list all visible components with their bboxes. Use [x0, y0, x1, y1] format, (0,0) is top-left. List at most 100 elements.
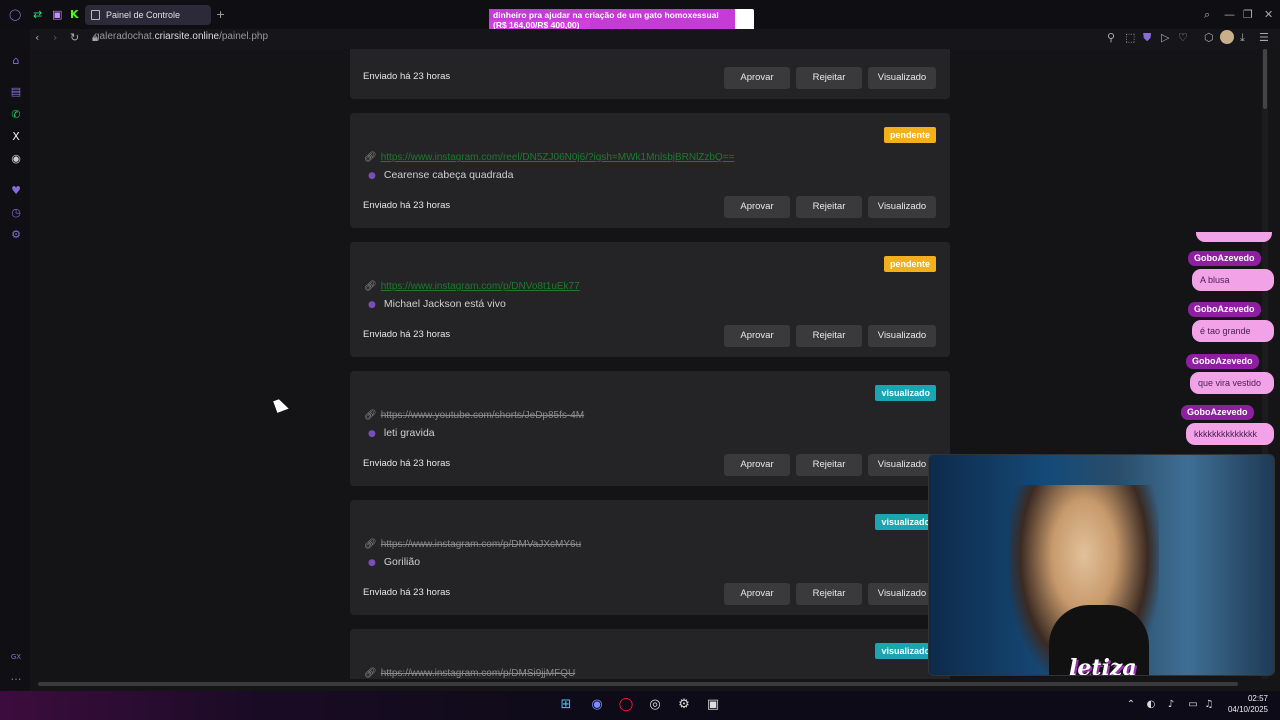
- donation-title: dinheiro pra ajudar na criação de um gat…: [493, 10, 719, 20]
- download-icon[interactable]: ⤓: [1240, 31, 1245, 45]
- vpn-icon[interactable]: ⛊: [1143, 31, 1151, 45]
- clock-date: 04/10/2025: [1227, 705, 1268, 714]
- opera-logo-icon[interactable]: ◯: [9, 8, 21, 21]
- sent-time: Enviado há 23 horas: [363, 458, 451, 469]
- taskbar: ⊞ ◉ ◯ ◎ ⚙ ▣ ⌃ ◐ ♪ ▭ ♫: [0, 691, 1280, 720]
- link-icon: 🔗︎: [364, 152, 377, 163]
- approve-button[interactable]: Aprovar: [724, 454, 790, 476]
- viewed-button[interactable]: Visualizado: [868, 67, 936, 89]
- windows-start-icon[interactable]: ⊞: [557, 696, 575, 714]
- snapshot-icon[interactable]: ⬚: [1125, 31, 1135, 44]
- viewed-button[interactable]: Visualizado: [868, 454, 936, 476]
- submission-link[interactable]: 🔗︎ https://www.instagram.com/reel/DN5ZJ06…: [364, 152, 734, 163]
- sent-time: Enviado há 23 horas: [363, 329, 451, 340]
- search-icon[interactable]: ⌕: [1204, 8, 1210, 22]
- status-badge: visualizado: [875, 643, 936, 659]
- viewed-button[interactable]: Visualizado: [868, 325, 936, 347]
- obs-taskbar-icon[interactable]: ◎: [646, 696, 664, 714]
- forward-icon[interactable]: ›: [53, 31, 57, 44]
- reject-button[interactable]: Rejeitar: [796, 67, 862, 89]
- discord-taskbar-icon[interactable]: ◉: [588, 696, 606, 714]
- chat-message: que vira vestido: [1190, 372, 1274, 394]
- horizontal-scrollbar[interactable]: [38, 682, 1238, 686]
- history-icon[interactable]: ◷: [8, 205, 24, 221]
- link-url[interactable]: https://www.instagram.com/reel/DN5ZJ06N0…: [381, 152, 735, 163]
- minimize-icon[interactable]: —: [1224, 8, 1235, 21]
- twitch-workspace-icon[interactable]: ▣: [52, 8, 62, 21]
- twitch-icon[interactable]: ▤: [8, 84, 24, 100]
- approve-button[interactable]: Aprovar: [724, 67, 790, 89]
- extensions-icon[interactable]: ⬡: [1204, 31, 1214, 44]
- maximize-icon[interactable]: ❐: [1243, 8, 1253, 21]
- opera-gx-taskbar-icon[interactable]: ◯: [617, 696, 635, 714]
- status-badge: pendente: [883, 256, 936, 272]
- discord-icon[interactable]: ◉: [8, 151, 24, 167]
- play-icon[interactable]: ▷: [1161, 31, 1169, 44]
- submission-link[interactable]: 🔗︎ https://www.youtube.com/shorts/JeDp85f…: [364, 410, 584, 421]
- link-url[interactable]: https://www.instagram.com/p/DMVaJXcMY6u: [381, 539, 581, 550]
- system-clock[interactable]: 02:57 04/10/2025: [1228, 693, 1268, 715]
- volume-icon[interactable]: ♫: [1200, 696, 1218, 714]
- workspace-icon[interactable]: ⇄: [33, 8, 42, 21]
- reject-button[interactable]: Rejeitar: [796, 583, 862, 605]
- submission-link[interactable]: 🔗︎ https://www.instagram.com/p/DNVo8t1uEk…: [364, 281, 580, 292]
- link-url[interactable]: https://www.instagram.com/p/DNVo8t1uEk77: [381, 281, 580, 292]
- approve-button[interactable]: Aprovar: [724, 196, 790, 218]
- aria-icon[interactable]: ⌂: [8, 53, 24, 69]
- submission-description: ● leti gravida: [368, 427, 435, 439]
- sent-time: Enviado há 23 horas: [363, 71, 451, 82]
- settings-icon[interactable]: ⚙: [8, 227, 24, 243]
- url-field[interactable]: galeradochat.criarsite.online/painel.php: [94, 31, 268, 42]
- tab-painel-de-controle[interactable]: Painel de Controle: [85, 5, 211, 25]
- viewed-button[interactable]: Visualizado: [868, 196, 936, 218]
- whatsapp-icon[interactable]: ✆: [8, 107, 24, 123]
- link-url[interactable]: https://www.instagram.com/p/DMSi9jjMFQU: [381, 668, 576, 679]
- chat-username: GoboAzevedo: [1186, 354, 1259, 369]
- link-url[interactable]: https://www.youtube.com/shorts/JeDp85fs-…: [381, 410, 584, 421]
- submission-card: Enviado há 23 horas Aprovar Rejeitar Vis…: [350, 49, 950, 99]
- heart-icon[interactable]: ♡: [1178, 31, 1188, 44]
- approve-button[interactable]: Aprovar: [724, 325, 790, 347]
- approve-button[interactable]: Aprovar: [724, 583, 790, 605]
- more-icon[interactable]: …: [8, 669, 24, 685]
- reject-button[interactable]: Rejeitar: [796, 325, 862, 347]
- page-icon: [91, 10, 100, 20]
- menu-icon[interactable]: ☰: [1259, 31, 1269, 44]
- viewed-button[interactable]: Visualizado: [868, 583, 936, 605]
- avatar[interactable]: [1220, 30, 1234, 44]
- scrollbar-thumb[interactable]: [1263, 49, 1267, 109]
- close-icon[interactable]: ✕: [1264, 8, 1273, 21]
- chat-message: é tao grande: [1192, 320, 1274, 342]
- back-icon[interactable]: ‹: [35, 31, 39, 44]
- heart-sidebar-icon[interactable]: ♥: [8, 183, 24, 199]
- person-icon: ●: [368, 558, 376, 568]
- reload-icon[interactable]: ↻: [70, 31, 79, 44]
- link-icon: 🔗︎: [364, 539, 377, 550]
- chat-bubble-partial: [1196, 232, 1272, 242]
- gx-icon[interactable]: GX: [8, 649, 24, 665]
- reject-button[interactable]: Rejeitar: [796, 454, 862, 476]
- tab-title: Painel de Controle: [106, 10, 181, 20]
- chat-username: GoboAzevedo: [1181, 405, 1254, 420]
- tray-app-icon[interactable]: ◐: [1142, 696, 1160, 714]
- pin-icon[interactable]: ⚲: [1107, 31, 1115, 44]
- capcut-taskbar-icon[interactable]: ▣: [704, 696, 722, 714]
- url-prefix: galeradochat.: [94, 31, 155, 42]
- submission-link[interactable]: 🔗︎ https://www.instagram.com/p/DMSi9jjMFQ…: [364, 668, 575, 679]
- description-text: leti gravida: [383, 427, 435, 439]
- tray-chevron-icon[interactable]: ⌃: [1122, 696, 1140, 714]
- reject-button[interactable]: Rejeitar: [796, 196, 862, 218]
- description-text: Cearense cabeça quadrada: [383, 169, 514, 181]
- webcam-overlay: letiza: [928, 454, 1275, 676]
- steam-taskbar-icon[interactable]: ⚙: [675, 696, 693, 714]
- person-icon: ●: [368, 171, 376, 181]
- submission-link[interactable]: 🔗︎ https://www.instagram.com/p/DMVaJXcMY6…: [364, 539, 581, 550]
- submission-description: ● Cearense cabeça quadrada: [368, 169, 513, 181]
- kick-icon[interactable]: K: [70, 8, 79, 21]
- submission-description: ● Gorilião: [368, 556, 420, 568]
- new-tab-icon[interactable]: +: [216, 8, 225, 21]
- x-icon[interactable]: X: [8, 129, 24, 145]
- sent-time: Enviado há 23 horas: [363, 200, 451, 211]
- description-text: Michael Jackson está vivo: [383, 298, 506, 310]
- microphone-icon[interactable]: ♪: [1162, 696, 1180, 714]
